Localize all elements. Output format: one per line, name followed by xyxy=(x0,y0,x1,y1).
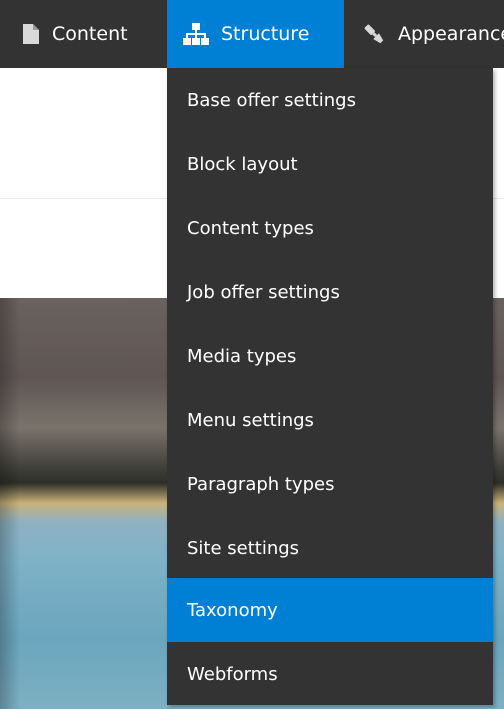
sitemap-icon xyxy=(183,23,209,45)
menu-item-label: Job offer settings xyxy=(187,281,340,303)
hero-image-shadow xyxy=(0,298,20,709)
menu-item-label: Content types xyxy=(187,217,314,239)
toolbar-tab-label: Content xyxy=(52,23,128,45)
menu-item-label: Paragraph types xyxy=(187,473,335,495)
menu-item-content-types[interactable]: Content types xyxy=(167,196,493,260)
menu-item-menu-settings[interactable]: Menu settings xyxy=(167,388,493,452)
toolbar-tab-label: Structure xyxy=(221,23,310,45)
menu-item-paragraph-types[interactable]: Paragraph types xyxy=(167,452,493,516)
menu-item-label: Media types xyxy=(187,345,297,367)
structure-dropdown-menu: Base offer settings Block layout Content… xyxy=(167,68,493,705)
menu-item-job-offer-settings[interactable]: Job offer settings xyxy=(167,260,493,324)
toolbar-tab-structure[interactable]: Structure xyxy=(167,0,344,68)
menu-item-label: Taxonomy xyxy=(187,599,278,621)
menu-item-label: Webforms xyxy=(187,663,278,685)
paintbrush-icon xyxy=(362,22,386,46)
file-icon xyxy=(22,23,40,45)
toolbar-tab-label: Appearance xyxy=(398,23,504,45)
menu-item-base-offer-settings[interactable]: Base offer settings xyxy=(167,68,493,132)
menu-item-site-settings[interactable]: Site settings xyxy=(167,516,493,580)
menu-item-block-layout[interactable]: Block layout xyxy=(167,132,493,196)
toolbar-tab-content[interactable]: Content xyxy=(0,0,167,68)
menu-item-label: Base offer settings xyxy=(187,89,356,111)
menu-item-taxonomy[interactable]: Taxonomy xyxy=(167,578,493,642)
admin-toolbar: Content Structure Appearance xyxy=(0,0,504,68)
menu-item-media-types[interactable]: Media types xyxy=(167,324,493,388)
menu-item-label: Site settings xyxy=(187,537,300,559)
menu-item-label: Block layout xyxy=(187,153,298,175)
toolbar-tab-appearance[interactable]: Appearance xyxy=(344,0,504,68)
menu-item-label: Menu settings xyxy=(187,409,314,431)
menu-item-webforms[interactable]: Webforms xyxy=(167,642,493,706)
